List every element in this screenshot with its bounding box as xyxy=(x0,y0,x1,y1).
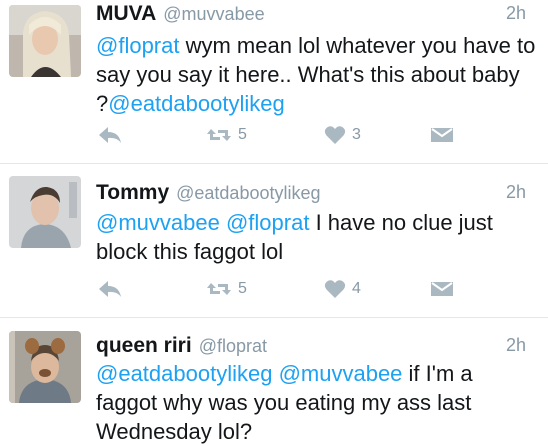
reply-icon xyxy=(98,279,122,299)
like-count: 4 xyxy=(352,280,361,297)
tweet-1[interactable]: MUVA @muvvabee 2h @floprat wym mean lol w… xyxy=(0,0,548,163)
like-count: 3 xyxy=(352,126,361,143)
mention-link[interactable]: @floprat xyxy=(96,33,179,58)
tweet-3[interactable]: queen riri @floprat 2h @eatdabootylikeg @… xyxy=(0,318,548,446)
tweet-actions: 5 4 xyxy=(96,276,456,302)
avatar[interactable] xyxy=(9,176,81,248)
retweet-icon xyxy=(206,279,232,299)
username[interactable]: @eatdabootylikeg xyxy=(176,183,320,203)
tweet-text: @eatdabootylikeg @muvvabee if I'm a fagg… xyxy=(96,359,536,446)
direct-message-icon xyxy=(430,280,454,298)
retweet-count: 5 xyxy=(238,280,247,297)
direct-message-button[interactable] xyxy=(430,122,454,148)
avatar[interactable] xyxy=(9,331,81,403)
reply-button[interactable] xyxy=(98,122,122,148)
reply-button[interactable] xyxy=(98,276,122,302)
username[interactable]: @muvvabee xyxy=(163,4,264,24)
reply-icon xyxy=(98,125,122,145)
tweet-text: @floprat wym mean lol whatever you have … xyxy=(96,31,536,118)
timestamp: 2h xyxy=(505,3,526,23)
timestamp: 2h xyxy=(505,335,526,355)
like-button[interactable]: 4 xyxy=(324,276,361,302)
timestamp: 2h xyxy=(505,182,526,202)
retweet-button[interactable]: 5 xyxy=(206,122,247,148)
like-button[interactable]: 3 xyxy=(324,122,361,148)
mention-link[interactable]: @eatdabootylikeg xyxy=(96,361,272,386)
avatar[interactable] xyxy=(9,5,81,77)
tweet-header: queen riri @floprat 2h xyxy=(96,334,526,360)
username[interactable]: @floprat xyxy=(199,336,267,356)
mention-link[interactable]: @floprat xyxy=(226,210,309,235)
like-icon xyxy=(324,279,346,299)
like-icon xyxy=(324,125,346,145)
tweet-2[interactable]: Tommy @eatdabootylikeg 2h @muvvabee @flop… xyxy=(0,164,548,317)
display-name[interactable]: Tommy xyxy=(96,181,169,204)
mention-link[interactable]: @eatdabootylikeg xyxy=(108,91,284,116)
mention-link[interactable]: @muvvabee xyxy=(279,361,403,386)
tweet-header: MUVA @muvvabee 2h xyxy=(96,2,526,28)
display-name[interactable]: queen riri xyxy=(96,334,192,357)
tweet-actions: 5 3 xyxy=(96,122,456,148)
retweet-icon xyxy=(206,125,232,145)
direct-message-button[interactable] xyxy=(430,276,454,302)
mention-link[interactable]: @muvvabee xyxy=(96,210,220,235)
tweet-header: Tommy @eatdabootylikeg 2h xyxy=(96,181,526,207)
direct-message-icon xyxy=(430,126,454,144)
retweet-button[interactable]: 5 xyxy=(206,276,247,302)
retweet-count: 5 xyxy=(238,126,247,143)
display-name[interactable]: MUVA xyxy=(96,2,156,25)
tweet-text: @muvvabee @floprat I have no clue just b… xyxy=(96,208,536,266)
